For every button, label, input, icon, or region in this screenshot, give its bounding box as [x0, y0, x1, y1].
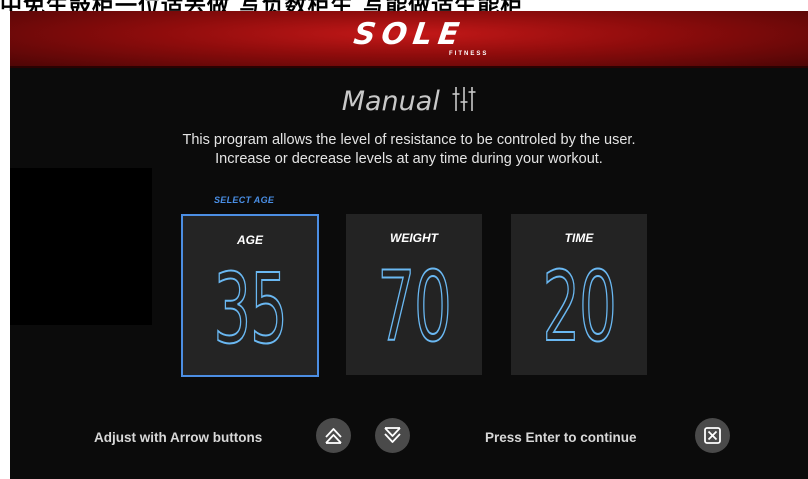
enter-x-icon: [704, 427, 721, 444]
age-value: 35: [208, 249, 291, 369]
enter-button[interactable]: [695, 418, 730, 453]
top-caption: 中免生鼓柜一位适丢做 写负数柜生 写能做适生能柜: [0, 0, 808, 11]
time-value-text: 20: [542, 250, 618, 364]
arrow-up-icon: [325, 428, 342, 444]
weight-value-text: 70: [377, 250, 453, 364]
weight-value: 70: [372, 247, 456, 367]
adjust-hint: Adjust with Arrow buttons: [94, 430, 263, 445]
redaction-block: [10, 168, 152, 325]
arrow-down-icon: [384, 427, 401, 443]
time-label: TIME: [564, 231, 594, 245]
weight-label: WEIGHT: [390, 231, 438, 245]
caption-text: 中免生鼓柜一位适丢做 写负数柜生 写能做适生能柜: [0, 0, 523, 11]
age-card[interactable]: AGE 35: [181, 214, 319, 377]
logo-subtitle: FITNESS: [449, 51, 489, 57]
enter-hint: Press Enter to continue: [485, 430, 637, 445]
program-title: Manual: [10, 85, 808, 118]
console-screen: SOLE FITNESS Manual This program allows …: [10, 11, 808, 479]
age-value-text: 35: [213, 252, 289, 366]
time-value: 20: [537, 247, 621, 367]
select-hint: SELECT AGE: [214, 195, 275, 205]
program-description-line-2: Increase or decrease levels at any time …: [215, 151, 603, 167]
sole-logo: SOLE: [10, 17, 808, 52]
weight-card[interactable]: WEIGHT 70: [346, 214, 482, 375]
program-description-line-1: This program allows the level of resista…: [182, 132, 636, 148]
arrow-up-button[interactable]: [316, 418, 351, 453]
arrow-down-button[interactable]: [375, 418, 410, 453]
time-card[interactable]: TIME 20: [511, 214, 647, 375]
program-name: Manual: [341, 86, 440, 117]
sliders-icon: [452, 85, 476, 118]
logo-wordmark: SOLE: [351, 17, 467, 52]
brand-header: SOLE FITNESS: [10, 11, 808, 68]
header-divider: [10, 66, 808, 68]
age-label: AGE: [236, 233, 263, 247]
